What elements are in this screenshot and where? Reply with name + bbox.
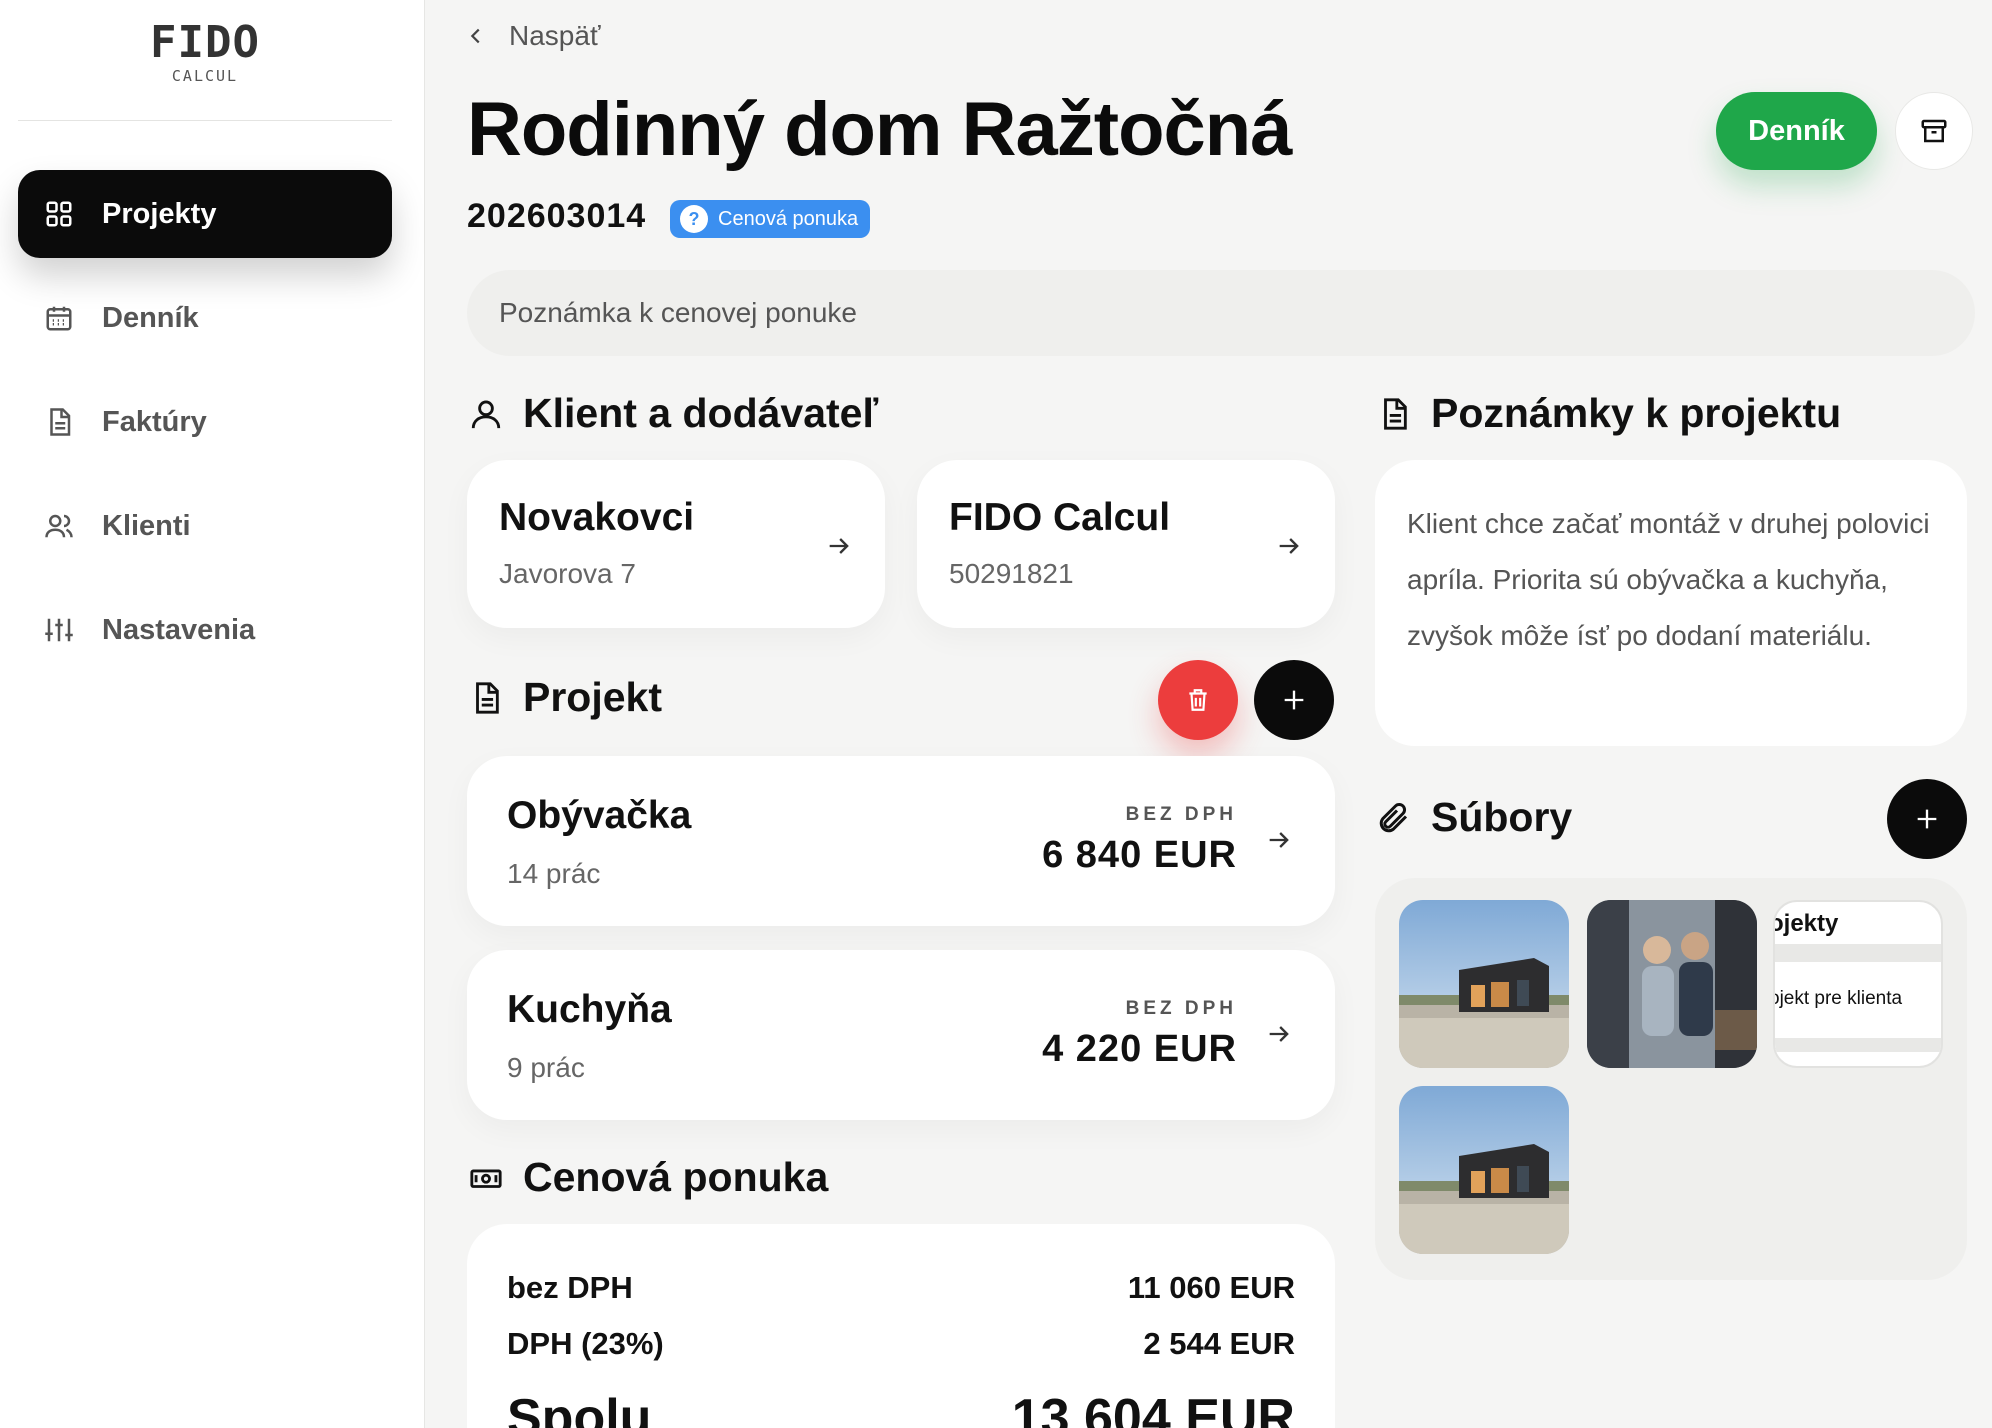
doc-preview-line1: ojekty [1773, 910, 1839, 937]
users-icon [42, 509, 76, 543]
status-badge-label: Cenová ponuka [718, 207, 859, 230]
section-title-text: Projekt [523, 674, 662, 720]
client-name: Novakovci [499, 496, 695, 539]
project-notes-text: Klient chce začať montáž v druhej polovi… [1407, 508, 1930, 651]
sliders-icon [42, 613, 76, 647]
status-badge: ? Cenová ponuka [670, 200, 871, 238]
sidebar-item-dennik[interactable]: Denník [18, 274, 392, 362]
sidebar-item-label: Denník [102, 301, 199, 334]
plus-icon [1284, 690, 1304, 710]
quote-note-input[interactable] [467, 270, 1975, 356]
delete-button[interactable] [1158, 660, 1238, 740]
quote-section-title: Cenová ponuka [467, 1154, 828, 1201]
project-section-title: Projekt [467, 674, 662, 721]
client-section-title: Klient a dodávateľ [467, 390, 878, 437]
supplier-card[interactable]: FIDO Calcul 50291821 [917, 460, 1335, 628]
dennik-button[interactable]: Denník [1716, 92, 1877, 170]
subtotal-row: bez DPH 11 060 EUR [507, 1270, 1295, 1306]
sidebar-item-label: Klienti [102, 509, 191, 542]
sidebar-item-label: Projekty [102, 197, 217, 230]
tax-label: BEZ DPH [1125, 804, 1237, 825]
file-thumbnail[interactable] [1399, 1086, 1569, 1254]
grid-icon [42, 197, 76, 231]
sidebar-item-label: Faktúry [102, 405, 207, 438]
room-card[interactable]: Obývačka 14 prác BEZ DPH 6 840 EUR [467, 756, 1335, 926]
vat-label: DPH (23%) [507, 1326, 664, 1361]
back-link[interactable]: Naspäť [465, 20, 600, 52]
sidebar-nav: Projekty Denník Faktúry Klienti Nastaven… [18, 170, 392, 690]
logo-main-text: FIDO [150, 17, 260, 68]
paperclip-icon [1375, 799, 1413, 837]
main-content: Naspäť Rodinný dom Ražtočná Denník 20260… [425, 0, 1992, 1428]
arrow-right-icon [825, 532, 853, 565]
total-value: 13 604 EUR [1011, 1389, 1295, 1428]
files-section-title: Súbory [1375, 794, 1572, 841]
file-thumbnail[interactable]: ojekty ojekt pre klienta [1773, 900, 1943, 1068]
section-title-text: Súbory [1431, 794, 1573, 840]
question-icon: ? [680, 205, 708, 233]
archive-icon [1921, 119, 1947, 143]
sidebar-item-projekty[interactable]: Projekty [18, 170, 392, 258]
room-works-count: 9 prác [507, 1052, 585, 1083]
file-thumbnail[interactable] [1587, 900, 1757, 1068]
document-icon [467, 679, 505, 717]
user-icon [467, 395, 505, 433]
doc-preview-line2: ojekt pre klienta [1773, 988, 1903, 1009]
arrow-right-icon [1265, 1020, 1293, 1053]
sidebar-item-klienti[interactable]: Klienti [18, 482, 392, 570]
people-photo-image [1587, 900, 1757, 1068]
room-price: 6 840 EUR [1042, 834, 1237, 876]
section-title-text: Cenová ponuka [523, 1154, 829, 1200]
house-photo-image [1399, 900, 1569, 1068]
section-title-text: Poznámky k projektu [1431, 390, 1842, 436]
doc-preview-bar [1775, 944, 1941, 962]
room-card[interactable]: Kuchyňa 9 prác BEZ DPH 4 220 EUR [467, 950, 1335, 1120]
subtotal-label: bez DPH [507, 1270, 633, 1305]
logo-sub-text: CALCUL [171, 67, 239, 85]
sidebar-item-nastavenia[interactable]: Nastavenia [18, 586, 392, 674]
notes-section-title: Poznámky k projektu [1375, 390, 1841, 437]
project-notes-card[interactable]: Klient chce začať montáž v druhej polovi… [1375, 460, 1967, 746]
chevron-left-icon [470, 28, 480, 44]
sidebar-item-label: Nastavenia [102, 613, 256, 646]
section-title-text: Klient a dodávateľ [523, 390, 879, 436]
quote-totals-card: bez DPH 11 060 EUR DPH (23%) 2 544 EUR S… [467, 1224, 1335, 1428]
document-icon [42, 405, 76, 439]
client-card[interactable]: Novakovci Javorova 7 [467, 460, 885, 628]
plus-icon [1917, 809, 1937, 829]
arrow-right-icon [1275, 532, 1303, 565]
room-price: 4 220 EUR [1042, 1028, 1237, 1070]
calendar-icon [42, 301, 76, 335]
document-icon [1375, 395, 1413, 433]
client-address: Javorova 7 [499, 558, 636, 589]
tax-label: BEZ DPH [1125, 998, 1237, 1019]
file-thumbnail[interactable] [1399, 900, 1569, 1068]
back-label: Naspäť [509, 20, 601, 51]
add-file-button[interactable] [1887, 779, 1967, 859]
subtotal-value: 11 060 EUR [1127, 1270, 1295, 1305]
arrow-right-icon [1265, 826, 1293, 859]
files-gallery: ojekty ojekt pre klienta [1375, 878, 1967, 1280]
sidebar-divider [18, 120, 392, 121]
app-logo[interactable]: FIDO CALCUL [0, 17, 410, 85]
total-label: Spolu [507, 1389, 652, 1428]
room-name: Kuchyňa [507, 988, 672, 1031]
doc-preview-bar [1775, 1038, 1941, 1052]
supplier-name: FIDO Calcul [949, 496, 1171, 539]
vat-row: DPH (23%) 2 544 EUR [507, 1326, 1295, 1362]
add-room-button[interactable] [1254, 660, 1334, 740]
banknote-icon [467, 1159, 505, 1197]
vat-value: 2 544 EUR [1143, 1326, 1295, 1361]
room-name: Obývačka [507, 794, 692, 837]
sidebar: FIDO CALCUL Projekty Denník Faktúry Klie… [0, 0, 425, 1428]
room-works-count: 14 prác [507, 858, 601, 889]
project-number: 202603014 [467, 197, 647, 235]
house-photo-image [1399, 1086, 1569, 1254]
total-row: Spolu 13 604 EUR [507, 1388, 1295, 1428]
page-title: Rodinný dom Ražtočná [467, 87, 1292, 172]
supplier-id: 50291821 [949, 558, 1074, 589]
archive-button[interactable] [1895, 92, 1973, 170]
sidebar-item-faktury[interactable]: Faktúry [18, 378, 392, 466]
trash-icon [1189, 689, 1207, 711]
